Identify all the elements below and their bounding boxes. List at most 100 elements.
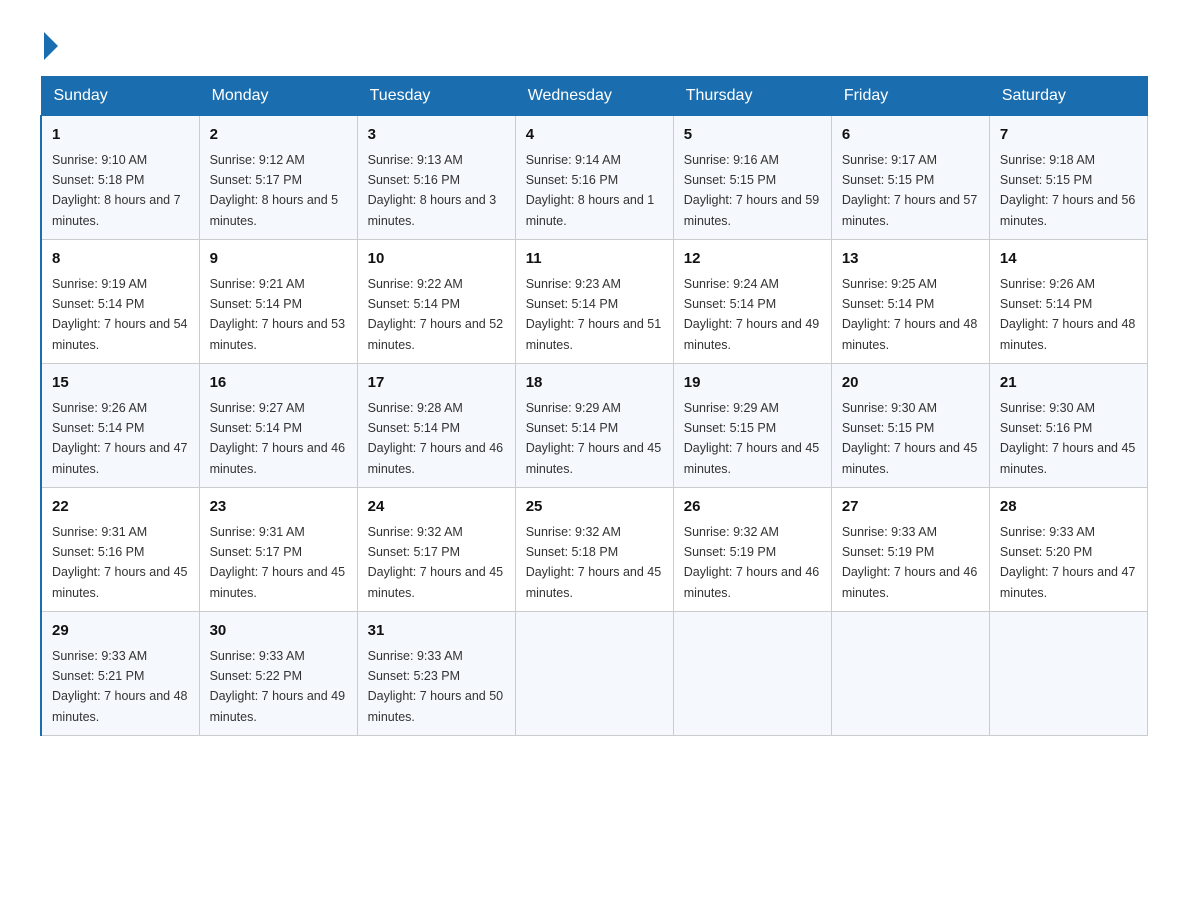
- day-number: 21: [1000, 372, 1137, 395]
- calendar-cell: 16 Sunrise: 9:27 AMSunset: 5:14 PMDaylig…: [199, 364, 357, 488]
- day-number: 22: [52, 496, 189, 519]
- day-number: 7: [1000, 124, 1137, 147]
- day-info: Sunrise: 9:28 AMSunset: 5:14 PMDaylight:…: [368, 401, 504, 476]
- calendar-cell: 31 Sunrise: 9:33 AMSunset: 5:23 PMDaylig…: [357, 612, 515, 736]
- day-info: Sunrise: 9:12 AMSunset: 5:17 PMDaylight:…: [210, 153, 339, 228]
- day-number: 20: [842, 372, 979, 395]
- day-number: 10: [368, 248, 505, 271]
- calendar-cell: [831, 612, 989, 736]
- calendar-cell: 19 Sunrise: 9:29 AMSunset: 5:15 PMDaylig…: [673, 364, 831, 488]
- day-number: 3: [368, 124, 505, 147]
- day-number: 25: [526, 496, 663, 519]
- day-info: Sunrise: 9:33 AMSunset: 5:23 PMDaylight:…: [368, 649, 504, 724]
- calendar-cell: 1 Sunrise: 9:10 AMSunset: 5:18 PMDayligh…: [41, 116, 199, 240]
- calendar-cell: 12 Sunrise: 9:24 AMSunset: 5:14 PMDaylig…: [673, 240, 831, 364]
- calendar-cell: 8 Sunrise: 9:19 AMSunset: 5:14 PMDayligh…: [41, 240, 199, 364]
- day-number: 30: [210, 620, 347, 643]
- header-sunday: Sunday: [41, 77, 199, 116]
- day-info: Sunrise: 9:33 AMSunset: 5:22 PMDaylight:…: [210, 649, 346, 724]
- header-thursday: Thursday: [673, 77, 831, 116]
- day-info: Sunrise: 9:23 AMSunset: 5:14 PMDaylight:…: [526, 277, 662, 352]
- day-number: 2: [210, 124, 347, 147]
- day-number: 19: [684, 372, 821, 395]
- calendar-cell: 22 Sunrise: 9:31 AMSunset: 5:16 PMDaylig…: [41, 488, 199, 612]
- day-info: Sunrise: 9:32 AMSunset: 5:17 PMDaylight:…: [368, 525, 504, 600]
- day-info: Sunrise: 9:33 AMSunset: 5:20 PMDaylight:…: [1000, 525, 1136, 600]
- calendar-cell: 3 Sunrise: 9:13 AMSunset: 5:16 PMDayligh…: [357, 116, 515, 240]
- day-info: Sunrise: 9:21 AMSunset: 5:14 PMDaylight:…: [210, 277, 346, 352]
- day-number: 13: [842, 248, 979, 271]
- calendar-cell: 5 Sunrise: 9:16 AMSunset: 5:15 PMDayligh…: [673, 116, 831, 240]
- day-info: Sunrise: 9:16 AMSunset: 5:15 PMDaylight:…: [684, 153, 820, 228]
- calendar-cell: 6 Sunrise: 9:17 AMSunset: 5:15 PMDayligh…: [831, 116, 989, 240]
- day-info: Sunrise: 9:14 AMSunset: 5:16 PMDaylight:…: [526, 153, 655, 228]
- day-info: Sunrise: 9:13 AMSunset: 5:16 PMDaylight:…: [368, 153, 497, 228]
- calendar-cell: [989, 612, 1147, 736]
- calendar-cell: 28 Sunrise: 9:33 AMSunset: 5:20 PMDaylig…: [989, 488, 1147, 612]
- day-info: Sunrise: 9:26 AMSunset: 5:14 PMDaylight:…: [52, 401, 188, 476]
- calendar-cell: 29 Sunrise: 9:33 AMSunset: 5:21 PMDaylig…: [41, 612, 199, 736]
- day-info: Sunrise: 9:29 AMSunset: 5:15 PMDaylight:…: [684, 401, 820, 476]
- day-number: 17: [368, 372, 505, 395]
- day-number: 31: [368, 620, 505, 643]
- day-number: 4: [526, 124, 663, 147]
- day-info: Sunrise: 9:19 AMSunset: 5:14 PMDaylight:…: [52, 277, 188, 352]
- calendar-cell: 24 Sunrise: 9:32 AMSunset: 5:17 PMDaylig…: [357, 488, 515, 612]
- day-info: Sunrise: 9:10 AMSunset: 5:18 PMDaylight:…: [52, 153, 181, 228]
- header-friday: Friday: [831, 77, 989, 116]
- calendar-cell: 26 Sunrise: 9:32 AMSunset: 5:19 PMDaylig…: [673, 488, 831, 612]
- calendar-cell: 10 Sunrise: 9:22 AMSunset: 5:14 PMDaylig…: [357, 240, 515, 364]
- calendar-cell: 9 Sunrise: 9:21 AMSunset: 5:14 PMDayligh…: [199, 240, 357, 364]
- day-number: 8: [52, 248, 189, 271]
- day-info: Sunrise: 9:27 AMSunset: 5:14 PMDaylight:…: [210, 401, 346, 476]
- header-monday: Monday: [199, 77, 357, 116]
- day-number: 24: [368, 496, 505, 519]
- day-info: Sunrise: 9:25 AMSunset: 5:14 PMDaylight:…: [842, 277, 978, 352]
- calendar-cell: 27 Sunrise: 9:33 AMSunset: 5:19 PMDaylig…: [831, 488, 989, 612]
- logo: [40, 30, 58, 56]
- calendar-week-row: 22 Sunrise: 9:31 AMSunset: 5:16 PMDaylig…: [41, 488, 1148, 612]
- day-number: 11: [526, 248, 663, 271]
- day-info: Sunrise: 9:30 AMSunset: 5:15 PMDaylight:…: [842, 401, 978, 476]
- calendar-table: SundayMondayTuesdayWednesdayThursdayFrid…: [40, 76, 1148, 736]
- day-number: 12: [684, 248, 821, 271]
- day-number: 27: [842, 496, 979, 519]
- day-info: Sunrise: 9:30 AMSunset: 5:16 PMDaylight:…: [1000, 401, 1136, 476]
- day-number: 18: [526, 372, 663, 395]
- calendar-cell: 20 Sunrise: 9:30 AMSunset: 5:15 PMDaylig…: [831, 364, 989, 488]
- day-info: Sunrise: 9:33 AMSunset: 5:21 PMDaylight:…: [52, 649, 188, 724]
- day-number: 26: [684, 496, 821, 519]
- calendar-cell: 11 Sunrise: 9:23 AMSunset: 5:14 PMDaylig…: [515, 240, 673, 364]
- calendar-cell: 23 Sunrise: 9:31 AMSunset: 5:17 PMDaylig…: [199, 488, 357, 612]
- day-info: Sunrise: 9:31 AMSunset: 5:16 PMDaylight:…: [52, 525, 188, 600]
- day-number: 29: [52, 620, 189, 643]
- calendar-cell: 30 Sunrise: 9:33 AMSunset: 5:22 PMDaylig…: [199, 612, 357, 736]
- day-number: 23: [210, 496, 347, 519]
- calendar-cell: 15 Sunrise: 9:26 AMSunset: 5:14 PMDaylig…: [41, 364, 199, 488]
- day-info: Sunrise: 9:18 AMSunset: 5:15 PMDaylight:…: [1000, 153, 1136, 228]
- day-number: 15: [52, 372, 189, 395]
- page-header: [40, 30, 1148, 56]
- day-number: 1: [52, 124, 189, 147]
- calendar-cell: 4 Sunrise: 9:14 AMSunset: 5:16 PMDayligh…: [515, 116, 673, 240]
- calendar-cell: 2 Sunrise: 9:12 AMSunset: 5:17 PMDayligh…: [199, 116, 357, 240]
- day-info: Sunrise: 9:29 AMSunset: 5:14 PMDaylight:…: [526, 401, 662, 476]
- day-info: Sunrise: 9:32 AMSunset: 5:18 PMDaylight:…: [526, 525, 662, 600]
- calendar-header-row: SundayMondayTuesdayWednesdayThursdayFrid…: [41, 77, 1148, 116]
- header-saturday: Saturday: [989, 77, 1147, 116]
- calendar-cell: 7 Sunrise: 9:18 AMSunset: 5:15 PMDayligh…: [989, 116, 1147, 240]
- calendar-week-row: 15 Sunrise: 9:26 AMSunset: 5:14 PMDaylig…: [41, 364, 1148, 488]
- calendar-cell: 13 Sunrise: 9:25 AMSunset: 5:14 PMDaylig…: [831, 240, 989, 364]
- calendar-week-row: 29 Sunrise: 9:33 AMSunset: 5:21 PMDaylig…: [41, 612, 1148, 736]
- calendar-cell: [515, 612, 673, 736]
- day-number: 5: [684, 124, 821, 147]
- header-tuesday: Tuesday: [357, 77, 515, 116]
- day-number: 16: [210, 372, 347, 395]
- day-info: Sunrise: 9:33 AMSunset: 5:19 PMDaylight:…: [842, 525, 978, 600]
- calendar-cell: [673, 612, 831, 736]
- logo-arrow-icon: [44, 32, 58, 60]
- calendar-cell: 18 Sunrise: 9:29 AMSunset: 5:14 PMDaylig…: [515, 364, 673, 488]
- calendar-cell: 14 Sunrise: 9:26 AMSunset: 5:14 PMDaylig…: [989, 240, 1147, 364]
- calendar-cell: 25 Sunrise: 9:32 AMSunset: 5:18 PMDaylig…: [515, 488, 673, 612]
- day-number: 9: [210, 248, 347, 271]
